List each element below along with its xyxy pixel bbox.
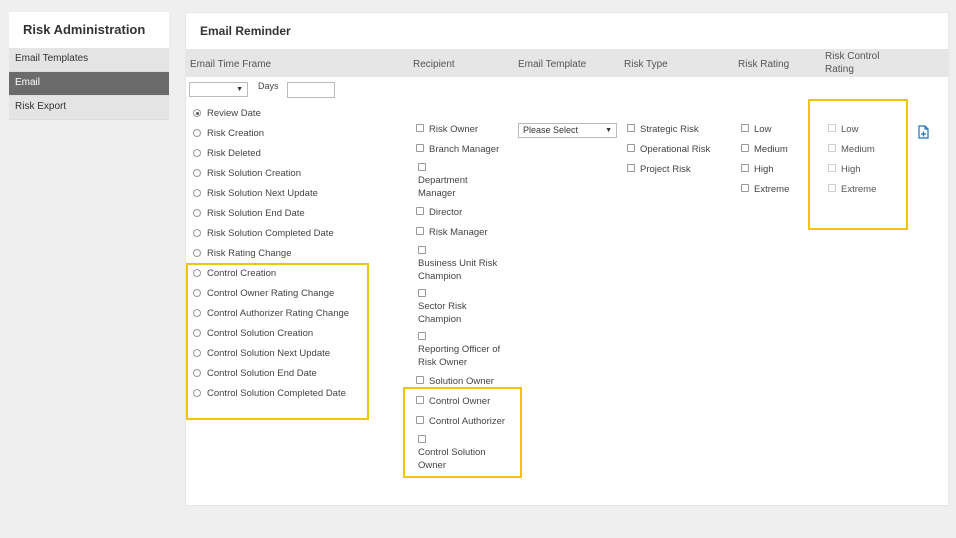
time-frame-select[interactable]: ▼	[189, 82, 248, 97]
checkbox[interactable]	[627, 144, 635, 152]
checkbox-control-rating-medium[interactable]: Medium	[828, 144, 875, 155]
checkbox-risk-manager[interactable]: Risk Manager	[416, 227, 488, 238]
checkbox[interactable]	[418, 435, 426, 443]
checkbox-rating-high[interactable]: High	[741, 164, 774, 175]
checkbox[interactable]	[828, 184, 836, 192]
checkbox[interactable]	[416, 124, 424, 132]
radio-button[interactable]	[193, 389, 201, 397]
checkbox[interactable]	[416, 416, 424, 424]
checkbox[interactable]	[416, 227, 424, 235]
checkbox[interactable]	[741, 144, 749, 152]
days-label: Days	[258, 81, 279, 91]
checkbox-control-rating-low[interactable]: Low	[828, 124, 858, 135]
chevron-down-icon: ▼	[605, 127, 612, 134]
radio-risk-deleted[interactable]: Risk Deleted	[193, 148, 261, 159]
radio-control-solution-creation[interactable]: Control Solution Creation	[193, 328, 313, 339]
radio-control-creation[interactable]: Control Creation	[193, 268, 276, 279]
checkbox-rating-medium[interactable]: Medium	[741, 144, 788, 155]
checkbox[interactable]	[418, 332, 426, 340]
radio-button[interactable]	[193, 289, 201, 297]
checkbox-operational-risk[interactable]: Operational Risk	[627, 144, 710, 155]
radio-button[interactable]	[193, 269, 201, 277]
sidebar: Risk Administration Email Templates Emai…	[9, 12, 169, 120]
checkbox[interactable]	[416, 396, 424, 404]
radio-button[interactable]	[193, 129, 201, 137]
radio-control-authorizer-rating-change[interactable]: Control Authorizer Rating Change	[193, 308, 349, 319]
checkbox-project-risk[interactable]: Project Risk	[627, 164, 691, 175]
checkbox-control-solution-owner[interactable]: Control Solution Owner	[418, 435, 486, 472]
header-email-template: Email Template	[518, 59, 587, 70]
radio-button[interactable]	[193, 369, 201, 377]
radio-button[interactable]	[193, 189, 201, 197]
checkbox[interactable]	[416, 376, 424, 384]
radio-button[interactable]	[193, 109, 201, 117]
checkbox-department-manager[interactable]: Department Manager	[418, 163, 468, 200]
radio-control-solution-next-update[interactable]: Control Solution Next Update	[193, 348, 330, 359]
checkbox-control-rating-extreme[interactable]: Extreme	[828, 184, 876, 195]
header-recipient: Recipient	[413, 59, 455, 70]
header-risk-type: Risk Type	[624, 59, 668, 70]
radio-risk-creation[interactable]: Risk Creation	[193, 128, 264, 139]
radio-risk-solution-completed-date[interactable]: Risk Solution Completed Date	[193, 228, 334, 239]
radio-control-owner-rating-change[interactable]: Control Owner Rating Change	[193, 288, 334, 299]
header-risk-control-rating: Risk Control Rating	[825, 51, 880, 75]
radio-button[interactable]	[193, 309, 201, 317]
checkbox-rating-low[interactable]: Low	[741, 124, 771, 135]
checkbox-risk-owner[interactable]: Risk Owner	[416, 124, 478, 135]
radio-control-solution-end-date[interactable]: Control Solution End Date	[193, 368, 317, 379]
checkbox-rating-extreme[interactable]: Extreme	[741, 184, 789, 195]
checkbox[interactable]	[416, 207, 424, 215]
checkbox[interactable]	[828, 124, 836, 132]
checkbox[interactable]	[418, 289, 426, 297]
sidebar-item-email-templates[interactable]: Email Templates	[9, 48, 169, 72]
header-risk-rating: Risk Rating	[738, 59, 790, 70]
checkbox-director[interactable]: Director	[416, 207, 462, 218]
radio-button[interactable]	[193, 349, 201, 357]
email-reminder-panel: Email Reminder Email Time Frame Recipien…	[185, 12, 949, 506]
radio-button[interactable]	[193, 229, 201, 237]
checkbox[interactable]	[627, 124, 635, 132]
checkbox-branch-manager[interactable]: Branch Manager	[416, 144, 499, 155]
radio-button[interactable]	[193, 329, 201, 337]
checkbox-sector-risk-champion[interactable]: Sector Risk Champion	[418, 289, 467, 326]
checkbox[interactable]	[416, 144, 424, 152]
sidebar-item-risk-export[interactable]: Risk Export	[9, 96, 169, 120]
checkbox[interactable]	[828, 164, 836, 172]
days-input[interactable]	[287, 82, 335, 98]
radio-risk-solution-creation[interactable]: Risk Solution Creation	[193, 168, 301, 179]
header-time-frame: Email Time Frame	[190, 59, 272, 70]
checkbox[interactable]	[741, 124, 749, 132]
checkbox-business-unit-risk-champion[interactable]: Business Unit Risk Champion	[418, 246, 497, 283]
checkbox-control-rating-high[interactable]: High	[828, 164, 861, 175]
sidebar-title: Risk Administration	[9, 12, 169, 48]
radio-button[interactable]	[193, 209, 201, 217]
radio-button[interactable]	[193, 249, 201, 257]
checkbox-strategic-risk[interactable]: Strategic Risk	[627, 124, 699, 135]
checkbox-control-authorizer[interactable]: Control Authorizer	[416, 416, 505, 427]
chevron-down-icon: ▼	[236, 86, 243, 93]
checkbox[interactable]	[418, 163, 426, 171]
checkbox-solution-owner[interactable]: Solution Owner	[416, 376, 494, 387]
checkbox[interactable]	[418, 246, 426, 254]
radio-button[interactable]	[193, 169, 201, 177]
radio-control-solution-completed-date[interactable]: Control Solution Completed Date	[193, 388, 346, 399]
radio-risk-solution-next-update[interactable]: Risk Solution Next Update	[193, 188, 318, 199]
checkbox-control-owner[interactable]: Control Owner	[416, 396, 490, 407]
checkbox[interactable]	[828, 144, 836, 152]
checkbox[interactable]	[741, 184, 749, 192]
radio-risk-solution-end-date[interactable]: Risk Solution End Date	[193, 208, 305, 219]
add-file-icon[interactable]	[918, 125, 930, 144]
radio-review-date[interactable]: Review Date	[193, 108, 261, 119]
email-template-select[interactable]: Please Select ▼	[518, 123, 617, 138]
radio-button[interactable]	[193, 149, 201, 157]
checkbox[interactable]	[627, 164, 635, 172]
checkbox[interactable]	[741, 164, 749, 172]
checkbox-reporting-officer[interactable]: Reporting Officer of Risk Owner	[418, 332, 500, 369]
page-title: Email Reminder	[200, 24, 291, 38]
sidebar-item-email[interactable]: Email	[9, 72, 169, 96]
radio-risk-rating-change[interactable]: Risk Rating Change	[193, 248, 292, 259]
